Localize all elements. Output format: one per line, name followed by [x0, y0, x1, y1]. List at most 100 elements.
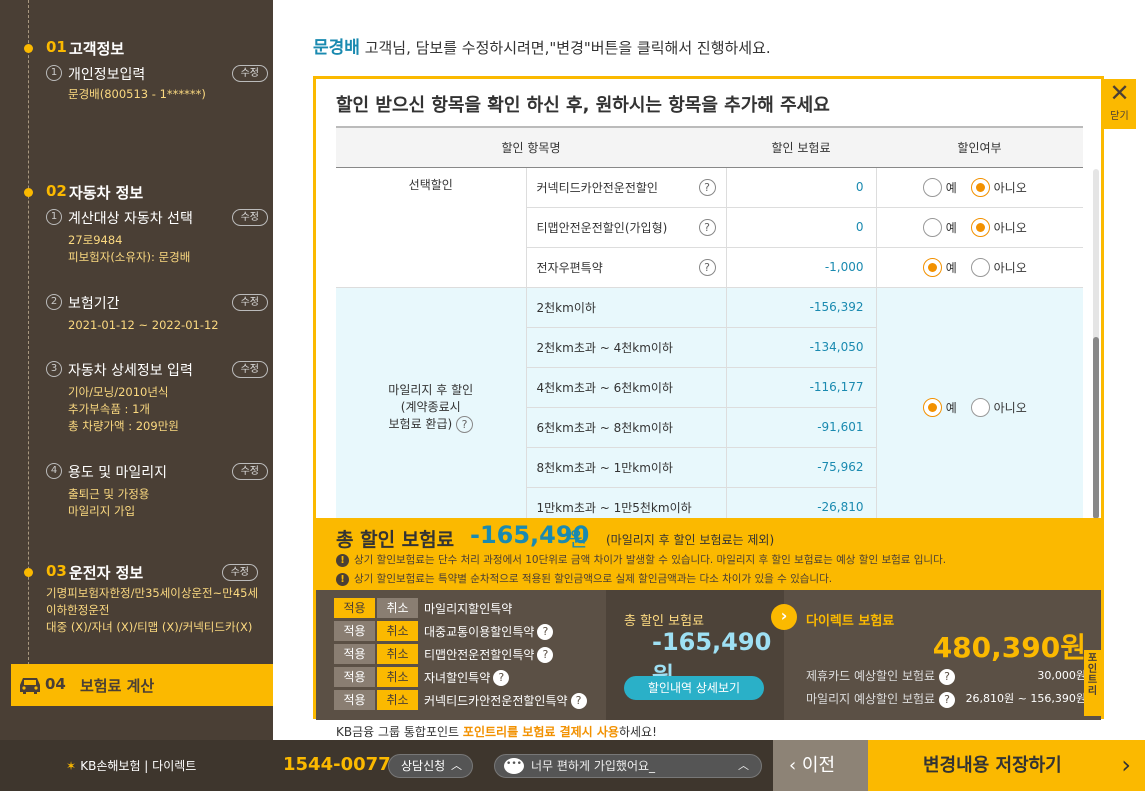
chevron-up-icon: ︿ — [451, 759, 462, 772]
brand-logo: ✶ KB손해보험 | 다이렉트 — [66, 759, 197, 773]
apply-button[interactable]: 적용 — [334, 667, 375, 687]
radio-yes[interactable] — [922, 217, 942, 237]
cancel-button[interactable]: 취소 — [377, 690, 418, 710]
discount-modal: ✕ 닫기 할인 받으신 항목을 확인 하신 후, 원하시는 항목을 추가해 주세… — [313, 76, 1136, 739]
prev-button[interactable]: ‹ 이전 — [773, 740, 868, 791]
toggle-row-tmap: 적용 취소 티맵안전운전할인특약? — [334, 644, 554, 666]
toggle-name: 티맵안전운전할인특약 — [424, 648, 535, 662]
header-apply: 할인여부 — [876, 126, 1083, 168]
discount-table: 할인 항목명 할인 보험료 할인여부 선택할인 커넥티드카안전운전할인? 0 예… — [336, 126, 1083, 518]
item-amount: 0 — [726, 167, 877, 208]
close-label: 닫기 — [1110, 111, 1129, 122]
section-customer-info: 01 고객정보 — [0, 36, 273, 62]
radio-no[interactable] — [970, 257, 990, 277]
item-amount: -91,601 — [726, 407, 877, 448]
radio-no[interactable] — [970, 397, 990, 417]
category-mileage: 마일리지 후 할인 (계약종료시 보험료 환급) ? — [336, 287, 527, 518]
help-icon[interactable]: ? — [537, 646, 554, 663]
direct-premium-box: 다이렉트 보험료 480,390원 제휴카드 예상할인 보험료? 30,000원… — [784, 590, 1101, 720]
save-changes-button[interactable]: 변경내용 저장하기 › — [868, 740, 1145, 791]
edit-button[interactable]: 수정 — [221, 564, 258, 581]
step-dot — [24, 188, 33, 197]
item-detail: 출퇴근 및 가정용 — [68, 487, 150, 501]
help-icon[interactable]: ? — [456, 416, 474, 433]
edit-button[interactable]: 수정 — [231, 294, 268, 311]
section-driver-info: 03 운전자 정보 수정 — [0, 560, 273, 586]
table-row: 선택할인 커넥티드카안전운전할인? 0 예 아니오 — [336, 167, 1083, 288]
phone-number: 1544-0077 — [283, 754, 391, 775]
card-discount-row: 제휴카드 예상할인 보험료? 30,000원 — [806, 668, 1086, 685]
item-name: 티맵안전운전할인(가입형)? — [526, 207, 727, 248]
help-icon[interactable]: ? — [570, 692, 587, 709]
toggle-row-child: 적용 취소 자녀할인특약? — [334, 667, 510, 689]
main-content: 문경배 고객님, 담보를 수정하시려면,"변경"버튼을 클릭해서 진행하세요. … — [273, 0, 1145, 740]
edit-button[interactable]: 수정 — [231, 463, 268, 480]
yes-no-group: 예 아니오 — [876, 287, 1083, 518]
radio-no[interactable] — [970, 217, 990, 237]
pointree-highlight: 포인트리를 보험료 결제시 사용 — [462, 725, 619, 739]
cancel-button[interactable]: 취소 — [377, 598, 418, 618]
item-label: 자동차 상세정보 입력 — [68, 363, 193, 379]
customer-name: 문경배 — [313, 38, 360, 58]
toggle-row-mileage: 적용 취소 마일리지할인특약 — [334, 598, 512, 620]
help-icon[interactable]: ? — [537, 623, 554, 640]
radio-yes[interactable] — [922, 177, 942, 197]
item-amount: -134,050 — [726, 327, 877, 368]
apply-button[interactable]: 적용 — [334, 621, 375, 641]
help-icon[interactable]: ? — [493, 669, 510, 686]
close-button[interactable]: ✕ 닫기 — [1103, 79, 1136, 129]
radio-yes[interactable] — [922, 397, 942, 417]
edit-button[interactable]: 수정 — [231, 65, 268, 82]
step-title: 보험료 계산 — [80, 677, 155, 695]
item-detail: 2021-01-12 ~ 2022-01-12 — [68, 318, 219, 332]
item-amount: -1,000 — [726, 247, 877, 288]
step-number: 04 — [45, 675, 66, 693]
radio-no[interactable] — [970, 177, 990, 197]
step-premium-calc: 04 보험료 계산 — [11, 664, 273, 706]
item-label: 용도 및 마일리지 — [68, 465, 168, 481]
help-icon[interactable]: ? — [698, 178, 716, 196]
total-discount-box: 총 할인 보험료 -165,490원 할인내역 상세보기 — [606, 590, 784, 720]
edit-button[interactable]: 수정 — [231, 209, 268, 226]
apply-button[interactable]: 적용 — [334, 690, 375, 710]
scrollbar-thumb[interactable] — [1093, 337, 1099, 519]
cancel-button[interactable]: 취소 — [377, 667, 418, 687]
chevron-right-icon: › — [1121, 751, 1131, 779]
item-detail: 문경배(800513 - 1******) — [68, 87, 206, 101]
toggle-row-connected: 적용 취소 커넥티드카안전운전할인특약? — [334, 690, 587, 712]
chat-bubble-icon: ••• — [504, 758, 524, 774]
cancel-button[interactable]: 취소 — [377, 644, 418, 664]
driver-discounts: 대중 (X)/자녀 (X)/티맵 (X)/커넥티드카(X) — [46, 620, 253, 634]
card-discount-amount: 30,000원 — [1037, 669, 1086, 682]
notice-line: ! 상기 할인보험료는 단수 처리 과정에서 10단위로 금액 차이가 발생할 수… — [336, 552, 946, 567]
sidebar: 01 고객정보 1 개인정보입력 수정 문경배(800513 - 1******… — [0, 0, 273, 740]
help-icon[interactable]: ? — [939, 691, 956, 708]
total-unit: 원 — [569, 527, 588, 551]
step-title: 운전자 정보 — [69, 564, 144, 582]
apply-button[interactable]: 적용 — [334, 598, 375, 618]
help-icon[interactable]: ? — [698, 218, 716, 236]
footer-bar: ✶ KB손해보험 | 다이렉트 1544-0077 상담신청 ︿ ••• 너무 편하… — [0, 740, 1145, 791]
item-amount: 0 — [726, 207, 877, 248]
mileage-discount-amount: 26,810원 ~ 156,390원 — [965, 692, 1086, 705]
pointree-message: KB금융 그룹 통합포인트 포인트리를 보험료 결제시 사용하세요! — [336, 725, 657, 739]
pointree-tab[interactable]: 포 인 트 리 — [1084, 650, 1101, 716]
help-icon[interactable]: ? — [698, 258, 716, 276]
toggle-name: 커넥티드카안전운전할인특약 — [424, 694, 568, 708]
consult-button[interactable]: 상담신청 ︿ — [388, 754, 473, 778]
discount-detail-button[interactable]: 할인내역 상세보기 — [624, 676, 764, 700]
radio-yes[interactable] — [922, 257, 942, 277]
review-ticker[interactable]: ••• 너무 편하게 가입했어요_ ︿ — [494, 754, 762, 778]
yes-no-group: 예 아니오 — [876, 207, 1083, 248]
table-scrollbar[interactable] — [1093, 169, 1099, 519]
toggle-name: 자녀할인특약 — [424, 671, 491, 685]
edit-button[interactable]: 수정 — [231, 361, 268, 378]
item-label: 개인정보입력 — [68, 67, 146, 83]
help-icon[interactable]: ? — [939, 668, 956, 685]
apply-button[interactable]: 적용 — [334, 644, 375, 664]
discount-table-wrapper: 할인 항목명 할인 보험료 할인여부 선택할인 커넥티드카안전운전할인? 0 예… — [336, 126, 1083, 518]
section-car-info: 02 자동차 정보 — [0, 180, 273, 206]
toggle-row-transit: 적용 취소 대중교통이용할인특약? — [334, 621, 554, 643]
cancel-button[interactable]: 취소 — [377, 621, 418, 641]
greeting-message: 문경배 고객님, 담보를 수정하시려면,"변경"버튼을 클릭해서 진행하세요. — [313, 33, 771, 58]
